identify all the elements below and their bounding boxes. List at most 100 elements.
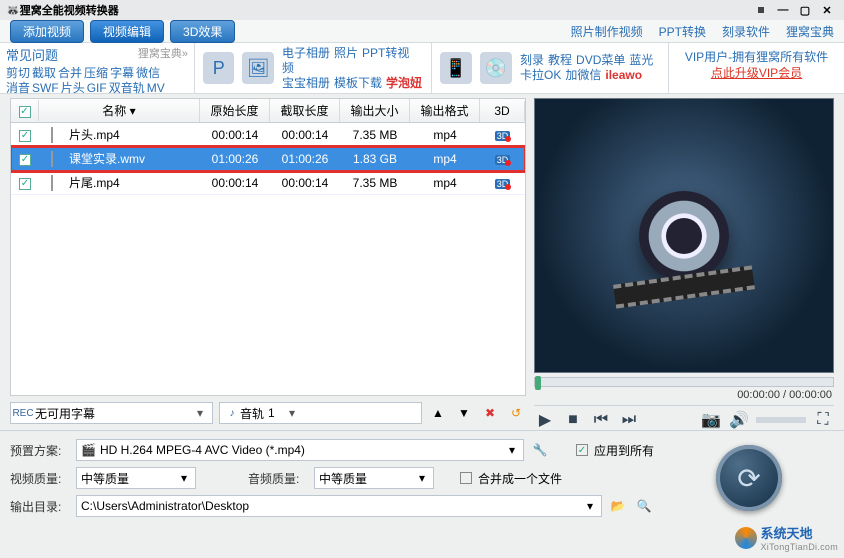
file-name: 片尾.mp4 bbox=[65, 174, 200, 191]
col-dur2[interactable]: 截取长度 bbox=[270, 99, 340, 122]
vip-line1: VIP用户-拥有狸窝所有软件 bbox=[673, 49, 840, 65]
chevron-down-icon[interactable]: ▾ bbox=[583, 499, 597, 513]
file-panel: ✓ 名称 ▾ 原始长度 截取长度 输出大小 输出格式 3D ✓片头.mp400:… bbox=[10, 98, 526, 430]
vq-label: 视频质量: bbox=[10, 470, 70, 487]
output-format: mp4 bbox=[410, 128, 480, 142]
3d-badge-icon[interactable]: 3D bbox=[495, 131, 511, 141]
chevron-down-icon[interactable]: ▾ bbox=[284, 406, 300, 420]
table-row[interactable]: ✓课堂实录.wmv01:00:2601:00:261.83 GBmp43D bbox=[11, 147, 525, 171]
titlebar: 🦝 狸窝全能视频转换器 — ▢ ✕ bbox=[0, 0, 844, 20]
col-name[interactable]: 名称 ▾ bbox=[39, 99, 200, 122]
clear-icon[interactable]: ↺ bbox=[506, 403, 526, 423]
toplink-3[interactable]: 狸窝宝典 bbox=[786, 23, 834, 40]
toplink-2[interactable]: 刻录软件 bbox=[722, 23, 770, 40]
chevron-down-icon[interactable]: ▾ bbox=[192, 406, 208, 420]
trim-duration: 01:00:26 bbox=[270, 152, 340, 166]
close-icon[interactable]: ✕ bbox=[816, 2, 838, 18]
subtitle-combo[interactable]: REC 无可用字幕 ▾ bbox=[10, 402, 213, 424]
preset-combo[interactable]: 🎬 HD H.264 MPEG-4 AVC Video (*.mp4) ▾ bbox=[76, 439, 524, 461]
output-size: 7.35 MB bbox=[340, 176, 410, 190]
audio-combo[interactable]: ♪ 音轨 1 ▾ bbox=[219, 402, 422, 424]
album-icon: 🖼 bbox=[242, 52, 273, 84]
audio-quality-combo[interactable]: 中等质量 ▾ bbox=[314, 467, 434, 489]
faq-row2: 消音SWF片头GIF双音轨MV bbox=[6, 81, 188, 96]
row-checkbox[interactable]: ✓ bbox=[19, 130, 31, 142]
row-checkbox[interactable]: ✓ bbox=[19, 154, 31, 166]
preview-area[interactable] bbox=[534, 98, 834, 373]
video-quality-combo[interactable]: 中等质量 ▾ bbox=[76, 467, 196, 489]
original-duration: 00:00:14 bbox=[200, 128, 270, 142]
3d-badge-icon[interactable]: 3D bbox=[495, 179, 511, 189]
format-icon: 🎬 bbox=[81, 443, 96, 457]
output-size: 1.83 GB bbox=[340, 152, 410, 166]
col-dur[interactable]: 原始长度 bbox=[200, 99, 270, 122]
video-edit-button[interactable]: 视频编辑 bbox=[90, 20, 164, 43]
chevron-down-icon[interactable]: ▾ bbox=[415, 471, 429, 485]
volume-icon[interactable]: 🔊 bbox=[728, 410, 750, 430]
menu-icon[interactable] bbox=[750, 2, 772, 18]
promo-2: 📱 💿 刻录教程DVD菜单蓝光 卡拉OK加微信ileawo bbox=[432, 43, 669, 93]
audio-icon: ♪ bbox=[224, 406, 240, 420]
chevron-down-icon[interactable]: ▾ bbox=[505, 443, 519, 457]
preset-label: 预置方案: bbox=[10, 442, 70, 459]
open-folder-icon[interactable]: 🔍 bbox=[634, 496, 654, 516]
merge-checkbox[interactable] bbox=[460, 472, 472, 484]
3d-badge-icon[interactable]: 3D bbox=[495, 155, 511, 165]
add-video-button[interactable]: 添加视频 bbox=[10, 20, 84, 43]
snapshot-icon[interactable]: 📷 bbox=[700, 410, 722, 430]
faq-box: 常见问题 狸窝宝典» 剪切截取合并压缩字幕微信 消音SWF片头GIF双音轨MV bbox=[0, 43, 195, 93]
promo-row: 常见问题 狸窝宝典» 剪切截取合并压缩字幕微信 消音SWF片头GIF双音轨MV … bbox=[0, 42, 844, 94]
row-checkbox[interactable]: ✓ bbox=[19, 178, 31, 190]
col-size[interactable]: 输出大小 bbox=[340, 99, 410, 122]
player-controls: ▶ ■ ⏮ ⏭ 📷 🔊 ⛶ bbox=[534, 405, 834, 430]
move-down-icon[interactable]: ▼ bbox=[454, 403, 474, 423]
phone-icon: 📱 bbox=[440, 52, 472, 84]
convert-button[interactable]: ⟳ bbox=[716, 445, 782, 511]
faq-more[interactable]: 狸窝宝典» bbox=[138, 45, 188, 64]
logo-icon: 🦝 bbox=[6, 4, 20, 17]
promo-1: P 🖼 电子相册照片PPT转视频 宝宝相册模板下载学泡妞 bbox=[195, 43, 432, 93]
browse-folder-icon[interactable]: 📂 bbox=[608, 496, 628, 516]
toplink-0[interactable]: 照片制作视频 bbox=[571, 23, 643, 40]
bottom-panel: 预置方案: 🎬 HD H.264 MPEG-4 AVC Video (*.mp4… bbox=[0, 430, 844, 525]
volume-slider[interactable] bbox=[756, 417, 806, 423]
thumbnail-icon bbox=[51, 127, 53, 143]
merge-label: 合并成一个文件 bbox=[478, 470, 562, 487]
top-toolbar: 添加视频 视频编辑 3D效果 照片制作视频 PPT转换 刻录软件 狸窝宝典 bbox=[0, 20, 844, 42]
out-label: 输出目录: bbox=[10, 498, 70, 515]
original-duration: 00:00:14 bbox=[200, 176, 270, 190]
settings-icon[interactable]: 🔧 bbox=[530, 440, 550, 460]
stop-icon[interactable]: ■ bbox=[562, 410, 584, 430]
delete-icon[interactable]: ✖ bbox=[480, 403, 500, 423]
move-up-icon[interactable]: ▲ bbox=[428, 403, 448, 423]
watermark: 系统天地 XiTongTianDi.com bbox=[735, 523, 839, 552]
preview-panel: 00:00:00 / 00:00:00 ▶ ■ ⏮ ⏭ 📷 🔊 ⛶ bbox=[534, 98, 834, 430]
app-title: 狸窝全能视频转换器 bbox=[20, 2, 119, 18]
seek-bar[interactable] bbox=[534, 377, 834, 387]
output-format: mp4 bbox=[410, 152, 480, 166]
minimize-icon[interactable]: — bbox=[772, 2, 794, 18]
maximize-icon[interactable]: ▢ bbox=[794, 2, 816, 18]
faq-title: 常见问题 bbox=[6, 45, 58, 64]
table-header: ✓ 名称 ▾ 原始长度 截取长度 输出大小 输出格式 3D bbox=[11, 99, 525, 123]
prev-icon[interactable]: ⏮ bbox=[590, 410, 612, 430]
table-row[interactable]: ✓片尾.mp400:00:1400:00:147.35 MBmp43D bbox=[11, 171, 525, 195]
3d-effect-button[interactable]: 3D效果 bbox=[170, 20, 235, 43]
vip-upgrade-link[interactable]: 点此升级VIP会员 bbox=[673, 65, 840, 81]
toplink-1[interactable]: PPT转换 bbox=[659, 23, 706, 40]
table-row[interactable]: ✓片头.mp400:00:1400:00:147.35 MBmp43D bbox=[11, 123, 525, 147]
fullscreen-icon[interactable]: ⛶ bbox=[812, 410, 834, 430]
apply-all-checkbox[interactable]: ✓ bbox=[576, 444, 588, 456]
output-format: mp4 bbox=[410, 176, 480, 190]
play-icon[interactable]: ▶ bbox=[534, 410, 556, 430]
next-icon[interactable]: ⏭ bbox=[618, 410, 640, 430]
original-duration: 01:00:26 bbox=[200, 152, 270, 166]
aq-label: 音频质量: bbox=[248, 470, 308, 487]
subbar: REC 无可用字幕 ▾ ♪ 音轨 1 ▾ ▲ ▼ ✖ ↺ bbox=[10, 396, 526, 430]
output-path-field[interactable]: C:\Users\Administrator\Desktop ▾ bbox=[76, 495, 602, 517]
col-check[interactable]: ✓ bbox=[11, 100, 39, 121]
file-name: 片头.mp4 bbox=[65, 126, 200, 143]
col-fmt[interactable]: 输出格式 bbox=[410, 99, 480, 122]
col-3d[interactable]: 3D bbox=[480, 101, 525, 121]
chevron-down-icon[interactable]: ▾ bbox=[177, 471, 191, 485]
